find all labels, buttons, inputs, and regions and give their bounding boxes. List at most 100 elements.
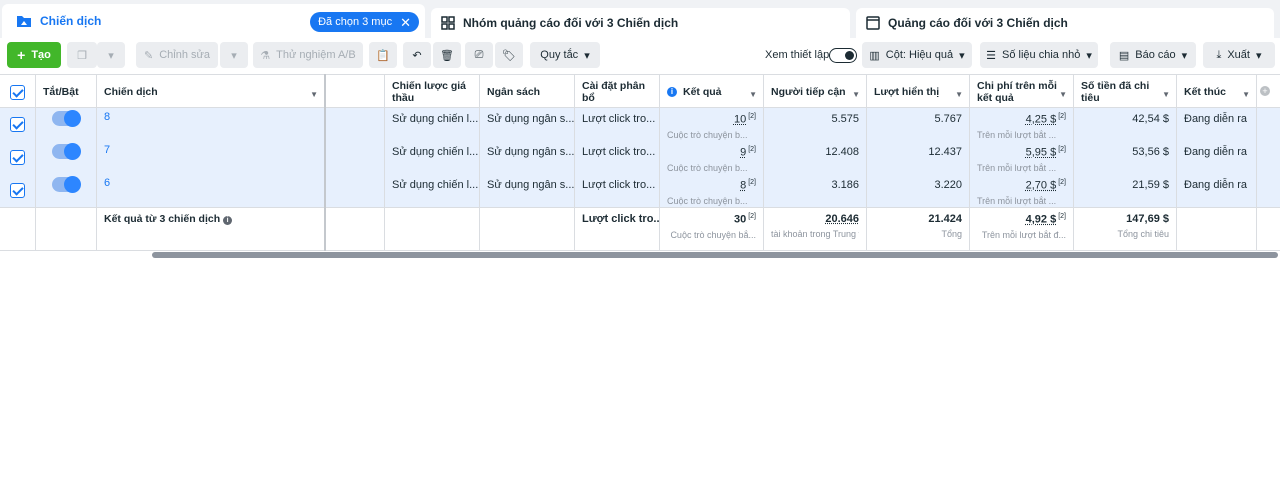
rules-button[interactable]: Quy tắc ▾ <box>530 42 600 68</box>
frozen-column-divider[interactable] <box>324 74 326 251</box>
sort-icon[interactable]: ▼ <box>1242 89 1250 101</box>
create-button[interactable]: + Tạo <box>7 42 61 68</box>
header-toggle[interactable]: Tắt/Bật <box>36 75 97 109</box>
sort-icon[interactable]: ▼ <box>852 89 860 101</box>
header-ends[interactable]: Kết thúc ▼ <box>1177 75 1257 109</box>
clipboard-button[interactable]: 📋 <box>369 42 397 68</box>
row-checkbox[interactable] <box>10 150 25 165</box>
campaign-name[interactable]: 6 <box>97 174 325 207</box>
sort-icon[interactable]: ▼ <box>749 89 757 101</box>
header-cut-column[interactable]: g <box>326 75 385 109</box>
cpr-value[interactable]: 4,25 $ <box>1026 114 1057 126</box>
chevron-down-icon: ▾ <box>959 49 965 62</box>
table-row[interactable]: 8 Sử dụng chiến l... Sử dụng ngân s... L… <box>0 108 1280 141</box>
plus-icon: + <box>17 47 26 63</box>
results-value[interactable]: 10 <box>734 114 746 126</box>
tab-campaigns[interactable]: Chiến dịch Đã chọn 3 mục ✕ <box>2 4 425 38</box>
toggle-cell[interactable] <box>36 174 97 207</box>
cpr-value[interactable]: 5,95 $ <box>1026 147 1057 159</box>
info-icon[interactable]: i <box>667 87 677 97</box>
edit-button[interactable]: ✎ Chỉnh sửa <box>136 42 218 68</box>
edit-label: Chỉnh sửa <box>159 49 210 61</box>
results-cell: 9 [2] Cuộc trò chuyện b... <box>660 141 764 174</box>
tab-ads[interactable]: Quảng cáo đối với 3 Chiến dịch <box>856 8 1274 38</box>
clear-selection-icon[interactable]: ✕ <box>400 16 411 29</box>
ab-test-label: Thử nghiệm A/B <box>276 49 356 61</box>
totals-results: 30 <box>733 213 747 226</box>
bid-strategy-cell: Sử dụng chiến l... <box>385 108 480 141</box>
toggle-cell[interactable] <box>36 141 97 174</box>
header-budget[interactable]: Ngân sách <box>480 75 575 109</box>
table-row[interactable]: 7 Sử dụng chiến l... Sử dụng ngân s... L… <box>0 141 1280 174</box>
attribution-cell: Lượt click tro... <box>575 141 660 174</box>
ends-cell: Đang diễn ra <box>1177 141 1257 174</box>
cpr-value[interactable]: 2,70 $ <box>1026 180 1057 192</box>
impressions-cell: 3.220 <box>867 174 970 207</box>
export-button[interactable]: ⤓ Xuất ▾ <box>1203 42 1275 68</box>
sort-icon[interactable]: ▼ <box>310 89 318 101</box>
row-checkbox-cell[interactable] <box>0 141 36 174</box>
preview-button[interactable]: ⎚ <box>465 42 493 68</box>
results-cell: 10 [2] Cuộc trò chuyện b... <box>660 108 764 141</box>
totals-results-cell: 30 [2] Cuộc trò chuyện bắ... <box>660 208 764 251</box>
duplicate-icon: ❐ <box>77 49 87 62</box>
toggle-cell[interactable] <box>36 108 97 141</box>
ab-test-button[interactable]: ⚗ Thử nghiệm A/B <box>253 42 363 68</box>
row-checkbox-cell[interactable] <box>0 174 36 207</box>
table-row[interactable]: 6 Sử dụng chiến l... Sử dụng ngân s... L… <box>0 174 1280 207</box>
toolbar: + Tạo ❐ ▾ ✎ Chỉnh sửa ▾ ⚗ Thử nghiệm A/B… <box>0 38 1280 72</box>
campaign-name[interactable]: 8 <box>97 108 325 141</box>
breakdown-button[interactable]: ☰ Số liệu chia nhỏ ▾ <box>980 42 1098 68</box>
cut-cell <box>326 174 385 207</box>
totals-cpr[interactable]: 4,92 $ <box>1026 214 1057 226</box>
campaign-name[interactable]: 7 <box>97 141 325 174</box>
row-checkbox-cell[interactable] <box>0 108 36 141</box>
header-campaign[interactable]: Chiến dịch ▼ <box>97 75 325 109</box>
footnote: [2] <box>1058 113 1066 120</box>
header-cpr-label: Chi phí trên mỗi kết quả <box>977 80 1057 104</box>
columns-icon: ▥ <box>869 49 880 62</box>
results-sub: Cuộc trò chuyện b... <box>667 195 748 206</box>
header-amount-spent[interactable]: Số tiền đã chi tiêu ▼ <box>1074 75 1177 109</box>
header-impressions[interactable]: Lượt hiển thị ▼ <box>867 75 970 109</box>
campaign-toggle[interactable] <box>52 143 81 160</box>
row-checkbox[interactable] <box>10 183 25 198</box>
delete-button[interactable]: 🗑 <box>433 42 461 68</box>
totals-reach[interactable]: 20.646 <box>825 213 859 225</box>
undo-button[interactable]: ↶ <box>403 42 431 68</box>
sort-icon[interactable]: ▼ <box>1162 89 1170 101</box>
cpr-sub: Trên mỗi lượt bắt ... <box>977 195 1057 206</box>
header-reach[interactable]: Người tiếp cận ▼ <box>764 75 867 109</box>
sort-icon[interactable]: ▼ <box>1059 89 1067 101</box>
results-value[interactable]: 9 <box>740 147 746 159</box>
header-attribution[interactable]: Cài đặt phân bổ <box>575 75 660 109</box>
reports-button[interactable]: ▤ Báo cáo ▾ <box>1110 42 1196 68</box>
table-header: Tắt/Bật Chiến dịch ▼ g Chiến lược giá thầ… <box>0 74 1280 109</box>
breakdown-icon: ☰ <box>986 49 997 62</box>
trash-icon: 🗑 <box>440 49 454 62</box>
campaign-toggle[interactable] <box>52 176 81 193</box>
footnote: [2] <box>1058 213 1066 220</box>
info-icon[interactable]: i <box>223 216 233 225</box>
view-setup-toggle[interactable] <box>829 48 857 63</box>
sort-icon[interactable]: ▼ <box>955 89 963 101</box>
select-all-checkbox[interactable] <box>10 84 25 100</box>
chevron-down-icon: ▾ <box>584 49 590 62</box>
header-cost-per-result[interactable]: Chi phí trên mỗi kết quả ▼ <box>970 75 1074 109</box>
select-all-checkbox-cell[interactable] <box>0 75 36 109</box>
duplicate-button[interactable]: ❐ <box>67 42 97 68</box>
horizontal-scrollbar[interactable] <box>152 252 1278 258</box>
selected-count-chip[interactable]: Đã chọn 3 mục ✕ <box>310 12 419 32</box>
tag-button[interactable]: 🏷 <box>495 42 523 68</box>
columns-button[interactable]: ▥ Cột: Hiệu quả ▾ <box>862 42 972 68</box>
totals-cpr-cell: 4,92 $ [2] Trên mỗi lượt bắt đ... <box>970 208 1074 251</box>
header-results[interactable]: i Kết quả ▼ <box>660 75 764 109</box>
header-bid-strategy[interactable]: Chiến lược giá thầu <box>385 75 480 109</box>
results-value[interactable]: 8 <box>740 180 746 192</box>
duplicate-dropdown-button[interactable]: ▾ <box>97 42 125 68</box>
tab-adsets[interactable]: Nhóm quảng cáo đối với 3 Chiến dịch <box>431 8 850 38</box>
campaign-toggle[interactable] <box>52 110 81 127</box>
edit-dropdown-button[interactable]: ▾ <box>220 42 248 68</box>
row-checkbox[interactable] <box>10 117 25 132</box>
add-column-icon[interactable]: + <box>1260 86 1270 96</box>
